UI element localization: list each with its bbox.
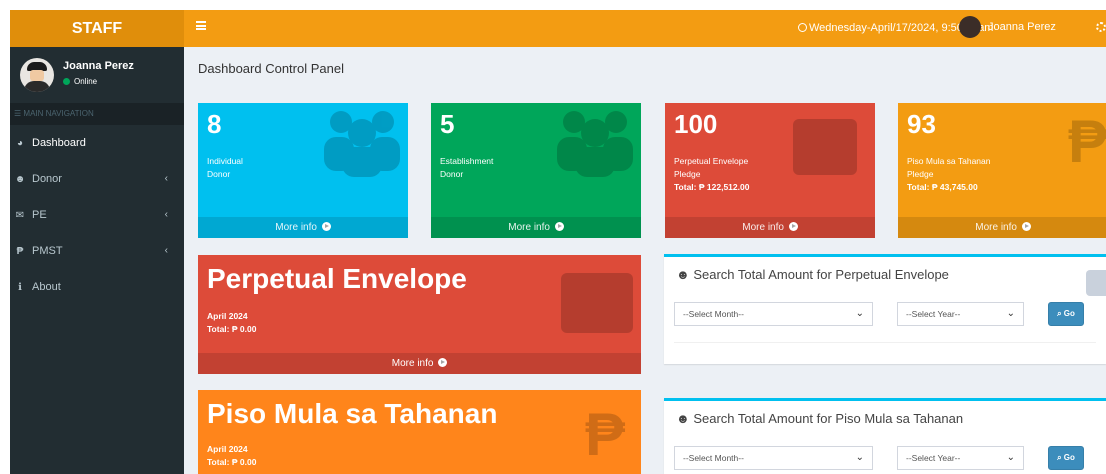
arrow-circle-right-icon bbox=[1021, 222, 1031, 231]
more-info-link[interactable]: More info bbox=[198, 353, 641, 374]
envelope-icon bbox=[561, 273, 633, 333]
panel-title: Search Total Amount for Perpetual Envelo… bbox=[693, 267, 949, 282]
more-info-link[interactable]: More info bbox=[198, 217, 408, 238]
chevron-down-icon: ⌄ bbox=[1006, 308, 1015, 319]
stat-box-perpetual-envelope: 100 Perpetual Envelope Pledge Total: ₱ 122… bbox=[665, 103, 875, 238]
info-icon: ℹ bbox=[18, 282, 22, 293]
go-button[interactable]: ⌕ Go bbox=[1048, 446, 1084, 470]
peso-icon: ₱ bbox=[584, 401, 625, 468]
stat-box-piso-mula: 93 Piso Mula sa Tahanan Pledge Total: ₱ 43… bbox=[898, 103, 1106, 238]
arrow-circle-right-icon bbox=[554, 222, 564, 231]
user-menu[interactable]: Joanna Perez bbox=[959, 16, 1056, 40]
sidebar-item-pmst[interactable]: ₱ PMST ‹ bbox=[10, 233, 184, 269]
floating-edit-icon[interactable] bbox=[1086, 270, 1106, 296]
users-icon: ☻ bbox=[14, 174, 26, 185]
sidebar: Joanna Perez Online ☰ MAIN NAVIGATION ◕ D… bbox=[10, 47, 184, 474]
monthly-perpetual-envelope-box: Perpetual Envelope April 2024 Total: ₱ 0.… bbox=[198, 255, 641, 374]
year-select[interactable]: --Select Year-- ⌄ bbox=[897, 302, 1024, 326]
clock-icon bbox=[798, 23, 807, 32]
users-icon bbox=[324, 107, 400, 177]
sidebar-item-donor[interactable]: ☻ Donor ‹ bbox=[10, 161, 184, 197]
dashboard-icon: ◕ bbox=[16, 138, 24, 149]
users-icon: ☻ bbox=[676, 411, 690, 426]
box-title: Perpetual Envelope bbox=[207, 263, 467, 294]
main-content: Dashboard Control Panel 8 Individual Dono… bbox=[184, 47, 1106, 474]
sidebar-item-dashboard[interactable]: ◕ Dashboard bbox=[10, 125, 184, 161]
peso-icon: ₱ bbox=[1067, 108, 1106, 175]
sidebar-item-pe[interactable]: ✉ PE ‹ bbox=[10, 197, 184, 233]
users-icon: ☻ bbox=[676, 267, 690, 282]
stat-value: 100 bbox=[674, 109, 718, 139]
stat-value: 8 bbox=[207, 109, 222, 139]
online-status: Online bbox=[63, 77, 97, 86]
brand-logo[interactable]: STAFF bbox=[10, 10, 184, 47]
year-select[interactable]: --Select Year-- ⌄ bbox=[897, 446, 1024, 470]
chevron-down-icon: ⌄ bbox=[855, 308, 864, 319]
nav-header: ☰ MAIN NAVIGATION bbox=[10, 103, 184, 125]
top-navbar: Wednesday-April/17/2024, 9:50:04am Joann… bbox=[184, 10, 1106, 47]
user-avatar-icon bbox=[959, 16, 981, 38]
chevron-down-icon: ⌄ bbox=[855, 452, 864, 463]
chevron-left-icon: ‹ bbox=[164, 209, 168, 220]
sidebar-user-name: Joanna Perez bbox=[63, 60, 134, 72]
sidebar-item-about[interactable]: ℹ About bbox=[10, 269, 184, 305]
more-info-link[interactable]: More info bbox=[431, 217, 641, 238]
box-title: Piso Mula sa Tahanan bbox=[207, 398, 498, 429]
more-info-link[interactable]: More info bbox=[665, 217, 875, 238]
page-title: Dashboard Control Panel bbox=[198, 61, 344, 76]
sidebar-toggle-icon[interactable] bbox=[196, 21, 206, 30]
more-info-link[interactable]: More info bbox=[898, 217, 1106, 238]
stat-box-establishment-donor: 5 Establishment Donor More info bbox=[431, 103, 641, 238]
app-window: STAFF Wednesday-April/17/2024, 9:50:04am… bbox=[10, 10, 1106, 474]
status-dot-icon bbox=[63, 78, 70, 85]
envelope-icon bbox=[793, 119, 857, 175]
user-menu-name: Joanna Perez bbox=[988, 21, 1056, 33]
user-panel: Joanna Perez Online bbox=[10, 47, 184, 103]
stat-box-individual-donor: 8 Individual Donor More info bbox=[198, 103, 408, 238]
chevron-left-icon: ‹ bbox=[164, 245, 168, 256]
month-select[interactable]: --Select Month-- ⌄ bbox=[674, 446, 873, 470]
gear-icon[interactable] bbox=[1096, 22, 1106, 32]
stat-value: 93 bbox=[907, 109, 936, 139]
chevron-left-icon: ‹ bbox=[164, 173, 168, 184]
arrow-circle-right-icon bbox=[321, 222, 331, 231]
stat-value: 5 bbox=[440, 109, 455, 139]
search-perpetual-envelope-panel: ☻ Search Total Amount for Perpetual Enve… bbox=[664, 254, 1106, 364]
envelope-icon: ✉ bbox=[15, 210, 25, 221]
avatar bbox=[20, 58, 54, 92]
chevron-down-icon: ⌄ bbox=[1006, 452, 1015, 463]
users-icon bbox=[557, 107, 633, 177]
monthly-piso-mula-box: Piso Mula sa Tahanan April 2024 Total: ₱ … bbox=[198, 390, 641, 474]
search-piso-mula-panel: ☻ Search Total Amount for Piso Mula sa T… bbox=[664, 398, 1106, 474]
month-select[interactable]: --Select Month-- ⌄ bbox=[674, 302, 873, 326]
arrow-circle-right-icon bbox=[788, 222, 798, 231]
panel-title: Search Total Amount for Piso Mula sa Tah… bbox=[693, 411, 964, 426]
peso-icon: ₱ bbox=[16, 246, 24, 257]
go-button[interactable]: ⌕ Go bbox=[1048, 302, 1084, 326]
arrow-circle-right-icon bbox=[438, 358, 448, 367]
